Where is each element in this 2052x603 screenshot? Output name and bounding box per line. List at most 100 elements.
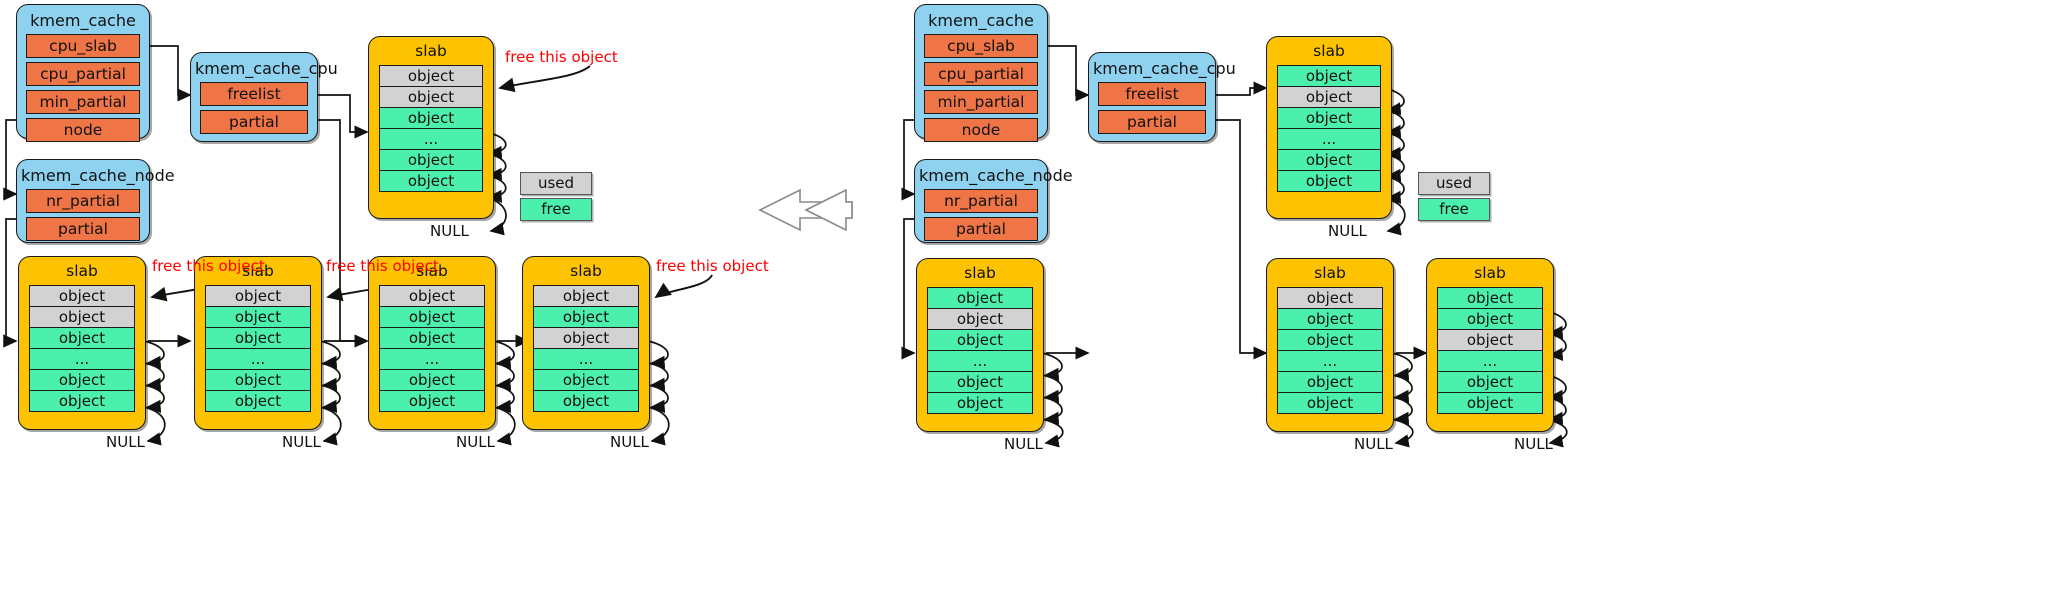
struct-kmem-cache-node-after: kmem_cache_node nr_partial partial [914,159,1073,243]
slab-object[interactable]: object [1437,308,1543,330]
note-free-this-object-2: free this object [152,257,265,275]
field-partial[interactable]: partial [1098,110,1206,134]
legend-free: free [1418,198,1490,221]
slab-object[interactable]: object [379,86,483,108]
slab-object[interactable]: ... [927,350,1033,372]
slab-object[interactable]: object [205,306,311,328]
slab-object[interactable]: object [379,149,483,171]
slab-cpu-before: slab object object object ... object obj… [368,36,494,219]
field-cpu-slab[interactable]: cpu_slab [924,34,1038,58]
slab-object[interactable]: object [1277,329,1383,351]
struct-kmem-cache-cpu-before: kmem_cache_cpu freelist partial [190,52,338,142]
slab-object[interactable]: object [1277,170,1381,192]
slab-object[interactable]: object [205,327,311,349]
field-node[interactable]: node [924,118,1038,142]
slab-object[interactable]: object [1277,371,1383,393]
slab-object[interactable]: object [379,170,483,192]
null-label-partial-3-after: NULL [1514,435,1553,453]
struct-kmem-cache-cpu-after: kmem_cache_cpu freelist partial [1088,52,1236,142]
slab-object[interactable]: object [1277,86,1381,108]
slab-object[interactable]: object [1437,371,1543,393]
slab-object[interactable]: object [205,285,311,307]
slab-object[interactable]: object [1277,149,1381,171]
slab-object[interactable]: object [1277,392,1383,414]
struct-title: kmem_cache_cpu [1093,59,1236,78]
slab-object[interactable]: object [205,369,311,391]
slab-object[interactable]: object [379,285,485,307]
field-freelist[interactable]: freelist [200,82,308,106]
slab-cpu-after: slab object object object ... object obj… [1266,36,1392,219]
slab-object[interactable]: object [533,285,639,307]
diagram-canvas: kmem_cache cpu_slab cpu_partial min_part… [0,0,2052,603]
field-cpu-partial[interactable]: cpu_partial [924,62,1038,86]
field-min-partial[interactable]: min_partial [924,90,1038,114]
slab-object[interactable]: object [1437,329,1543,351]
null-label-cpu-slab-after: NULL [1328,222,1367,240]
slab-object[interactable]: object [205,390,311,412]
slab-object[interactable]: object [533,390,639,412]
slab-object[interactable]: ... [1277,350,1383,372]
legend-used: used [1418,172,1490,195]
slab-title: slab [1313,42,1345,60]
slab-object[interactable]: object [29,285,135,307]
null-label-partial-4-before: NULL [610,433,649,451]
slab-object[interactable]: object [1437,392,1543,414]
slab-object[interactable]: ... [1437,350,1543,372]
slab-title: slab [570,262,602,280]
slab-object[interactable]: object [533,327,639,349]
transition-arrow-shape [758,188,853,232]
slab-object[interactable]: ... [1277,128,1381,150]
null-label-partial-1-before: NULL [106,433,145,451]
slab-object[interactable]: object [927,371,1033,393]
slab-object[interactable]: object [533,369,639,391]
slab-object[interactable]: object [927,392,1033,414]
slab-object[interactable]: object [1277,308,1383,330]
slab-object[interactable]: object [533,306,639,328]
slab-object[interactable]: object [29,369,135,391]
field-freelist[interactable]: freelist [1098,82,1206,106]
slab-object[interactable]: object [29,390,135,412]
note-free-this-object-1: free this object [505,48,618,66]
slab-object[interactable]: ... [205,348,311,370]
slab-object[interactable]: object [1437,287,1543,309]
slab-object[interactable]: object [29,306,135,328]
struct-kmem-cache-node-before: kmem_cache_node nr_partial partial [16,159,175,243]
slab-partial-1-after: slab object object object ... object obj… [916,258,1044,432]
legend-before: used free [520,172,592,221]
note-free-this-object-3: free this object [326,257,439,275]
slab-partial-3-after: slab object object object ... object obj… [1426,258,1554,432]
field-nr-partial[interactable]: nr_partial [26,189,140,213]
struct-kmem-cache-after: kmem_cache cpu_slab cpu_partial min_part… [914,4,1048,142]
slab-partial-4-before: slab object object object ... object obj… [522,256,650,430]
slab-object[interactable]: object [379,306,485,328]
slab-object[interactable]: object [379,369,485,391]
slab-object[interactable]: ... [29,348,135,370]
slab-object[interactable]: ... [379,128,483,150]
slab-object[interactable]: ... [533,348,639,370]
slab-object[interactable]: object [379,107,483,129]
slab-object[interactable]: object [1277,65,1381,87]
slab-object[interactable]: object [927,329,1033,351]
slab-title: slab [1474,264,1506,282]
legend-free: free [520,198,592,221]
slab-object[interactable]: object [1277,287,1383,309]
field-partial[interactable]: partial [26,217,140,241]
field-partial[interactable]: partial [924,217,1038,241]
field-cpu-slab[interactable]: cpu_slab [26,34,140,58]
slab-partial-3-before: slab object object object ... object obj… [368,256,496,430]
slab-object[interactable]: ... [379,348,485,370]
slab-object[interactable]: object [927,308,1033,330]
struct-title: kmem_cache [928,11,1034,30]
slab-object[interactable]: object [927,287,1033,309]
slab-object[interactable]: object [1277,107,1381,129]
slab-object[interactable]: object [379,390,485,412]
field-min-partial[interactable]: min_partial [26,90,140,114]
struct-title: kmem_cache_node [919,166,1073,185]
field-nr-partial[interactable]: nr_partial [924,189,1038,213]
field-node[interactable]: node [26,118,140,142]
field-partial[interactable]: partial [200,110,308,134]
slab-object[interactable]: object [379,327,485,349]
slab-object[interactable]: object [29,327,135,349]
field-cpu-partial[interactable]: cpu_partial [26,62,140,86]
slab-object[interactable]: object [379,65,483,87]
